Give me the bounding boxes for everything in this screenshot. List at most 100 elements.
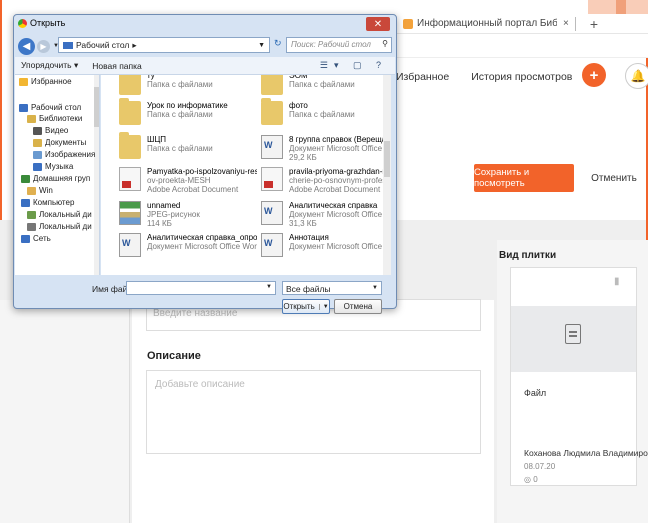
- folder-icon: [119, 132, 141, 159]
- add-button[interactable]: +: [582, 63, 606, 87]
- tree-item[interactable]: Избранное: [19, 77, 72, 86]
- file-name[interactable]: Аннотация: [289, 233, 391, 242]
- tree-item-label[interactable]: Изображения: [45, 150, 95, 159]
- file-item[interactable]: Аналитическая справкаДокумент Microsoft …: [261, 201, 391, 233]
- file-text: unnamed JPEG-рисунок 114 КБ: [147, 201, 257, 233]
- file-item[interactable]: unnamed JPEG-рисунок 114 КБ: [119, 201, 259, 233]
- file-meta-secondary: Adobe Acrobat Document: [289, 185, 381, 194]
- disk-icon: [27, 222, 36, 231]
- tree-item[interactable]: Рабочий стол: [19, 103, 81, 112]
- tree-item[interactable]: Документы: [33, 138, 86, 147]
- filetype-select[interactable]: Все файлы ▼: [282, 281, 382, 295]
- file-meta: Папка с файлами: [147, 144, 213, 153]
- path-breadcrumb[interactable]: Рабочий стол ▸ ▼: [58, 37, 270, 53]
- tree-item-label[interactable]: Библиотеки: [39, 114, 82, 123]
- file-meta: Папка с файлами: [289, 110, 355, 119]
- tree-item[interactable]: Локальный ди: [27, 210, 92, 219]
- document-icon: [565, 324, 581, 344]
- filename-dropdown-icon[interactable]: ▼: [266, 284, 272, 290]
- tree-item-label[interactable]: Win: [39, 186, 53, 195]
- bell-icon[interactable]: 🔔: [625, 63, 648, 89]
- tree-item-label[interactable]: Сеть: [33, 234, 51, 243]
- open-button-label[interactable]: Открыть: [283, 302, 314, 311]
- tree-item[interactable]: Локальный ди: [27, 222, 92, 231]
- nav-history-link[interactable]: История просмотров: [471, 71, 572, 83]
- tree-item-label[interactable]: Музыка: [45, 162, 73, 171]
- browser-tab-title[interactable]: Информационный портал Биб: [417, 18, 557, 29]
- tree-item[interactable]: Сеть: [21, 234, 51, 243]
- file-item[interactable]: pravila-priyoma-grazhdan-na-obucherie-po…: [261, 167, 391, 199]
- library-icon: [27, 114, 36, 123]
- word-document-icon: [119, 233, 141, 257]
- pdf-icon: [261, 167, 283, 191]
- description-input[interactable]: Добавьте описание: [146, 370, 481, 454]
- word-document-icon: [261, 201, 283, 225]
- tree-item-label[interactable]: Локальный ди: [39, 210, 92, 219]
- tree-scrollbar[interactable]: [94, 75, 99, 275]
- new-folder-button[interactable]: Новая папка: [92, 61, 142, 71]
- file-meta-secondary: 31,3 КБ: [289, 219, 317, 228]
- file-item[interactable]: ЭОМ Папка с файлами: [261, 75, 391, 103]
- nav-favorites-link[interactable]: Избранное: [396, 71, 449, 83]
- tree-item-label[interactable]: Документы: [45, 138, 86, 147]
- tree-item[interactable]: Домашняя груп: [21, 174, 90, 183]
- filetype-dropdown-icon[interactable]: ▼: [372, 285, 378, 291]
- file-name[interactable]: 8 группа справок (Верещаг): [289, 135, 391, 144]
- filename-input[interactable]: ▼: [126, 281, 276, 295]
- dialog-cancel-button[interactable]: Отмена: [334, 299, 382, 314]
- tree-item-label[interactable]: Компьютер: [33, 198, 74, 207]
- path-text[interactable]: Рабочий стол: [76, 40, 129, 50]
- tree-scroll-thumb[interactable]: [94, 87, 99, 127]
- tab-close-icon[interactable]: ×: [563, 18, 569, 29]
- file-item[interactable]: 8 группа справок (Верещаг)Документ Micro…: [261, 135, 391, 167]
- search-icon[interactable]: ⚲: [382, 39, 388, 48]
- documents-icon: [33, 138, 42, 147]
- file-item[interactable]: Pamyatka-po-ispolzovaniyu-resursov-proek…: [119, 167, 259, 199]
- file-item[interactable]: ШЦП Папка с файлами: [119, 132, 259, 167]
- tree-item-label[interactable]: Рабочий стол: [31, 103, 81, 112]
- tree-item[interactable]: Изображения: [33, 150, 95, 159]
- save-and-view-button[interactable]: Сохранить и посмотреть: [474, 164, 574, 192]
- dialog-close-button[interactable]: ✕: [366, 17, 390, 31]
- open-button[interactable]: Открыть ▼: [282, 299, 330, 314]
- organize-button[interactable]: Упорядочить ▾: [21, 60, 78, 71]
- cancel-button[interactable]: Отменить: [584, 164, 644, 192]
- tree-item-label[interactable]: Локальный ди: [39, 222, 92, 231]
- path-dropdown-icon[interactable]: ▼: [258, 42, 265, 49]
- search-input[interactable]: Поиск: Рабочий стол ⚲: [286, 37, 392, 53]
- tile-card[interactable]: ▮ Файл Коханова Людмила Владимиров... 08…: [510, 267, 648, 486]
- files-scroll-thumb[interactable]: [384, 141, 390, 177]
- open-dropdown-icon[interactable]: ▼: [318, 303, 329, 310]
- tree-item-label[interactable]: Домашняя груп: [33, 174, 90, 183]
- view-options-icons[interactable]: ☰▾ ▢ ?: [320, 60, 387, 71]
- file-item[interactable]: АннотацияДокумент Microsoft Office Word: [261, 233, 391, 265]
- file-name[interactable]: Pamyatka-po-ispolzovaniyu-resurs: [147, 167, 257, 176]
- tree-item-label[interactable]: Видео: [45, 126, 68, 135]
- forward-arrow-icon[interactable]: ▶: [37, 39, 50, 53]
- tree-item[interactable]: Библиотеки: [27, 114, 82, 123]
- file-item[interactable]: фото Папка с файлами: [261, 98, 391, 133]
- back-arrow-icon[interactable]: ◀: [18, 37, 35, 55]
- description-label: Описание: [147, 350, 201, 362]
- file-name[interactable]: ШЦП: [147, 135, 257, 144]
- new-tab-button[interactable]: +: [590, 16, 598, 32]
- file-name[interactable]: Аналитическая справка_опрос: [147, 233, 257, 242]
- file-name[interactable]: Аналитическая справка: [289, 201, 391, 210]
- tree-item[interactable]: Видео: [33, 126, 68, 135]
- tree-item-label[interactable]: Избранное: [31, 77, 72, 86]
- file-item[interactable]: ту Папка с файлами: [119, 75, 259, 103]
- file-name[interactable]: фото: [289, 101, 391, 110]
- bookmark-icon[interactable]: ▮: [614, 276, 626, 288]
- file-item[interactable]: Аналитическая справка_опросДокумент Micr…: [119, 233, 259, 265]
- file-item[interactable]: Урок по информатике Папка с файлами: [119, 98, 259, 133]
- file-name[interactable]: pravila-priyoma-grazhdan-na-obu: [289, 167, 391, 176]
- file-name[interactable]: Урок по информатике: [147, 101, 257, 110]
- refresh-icon[interactable]: ↻: [274, 38, 282, 49]
- file-text: Аналитическая справка Документ Microsoft …: [289, 201, 391, 233]
- tree-item[interactable]: Компьютер: [21, 198, 74, 207]
- file-name[interactable]: unnamed: [147, 201, 257, 210]
- files-scrollbar[interactable]: [383, 75, 391, 275]
- tree-item[interactable]: Win: [27, 186, 53, 195]
- file-meta-secondary: 114 КБ: [147, 219, 172, 228]
- tree-item[interactable]: Музыка: [33, 162, 73, 171]
